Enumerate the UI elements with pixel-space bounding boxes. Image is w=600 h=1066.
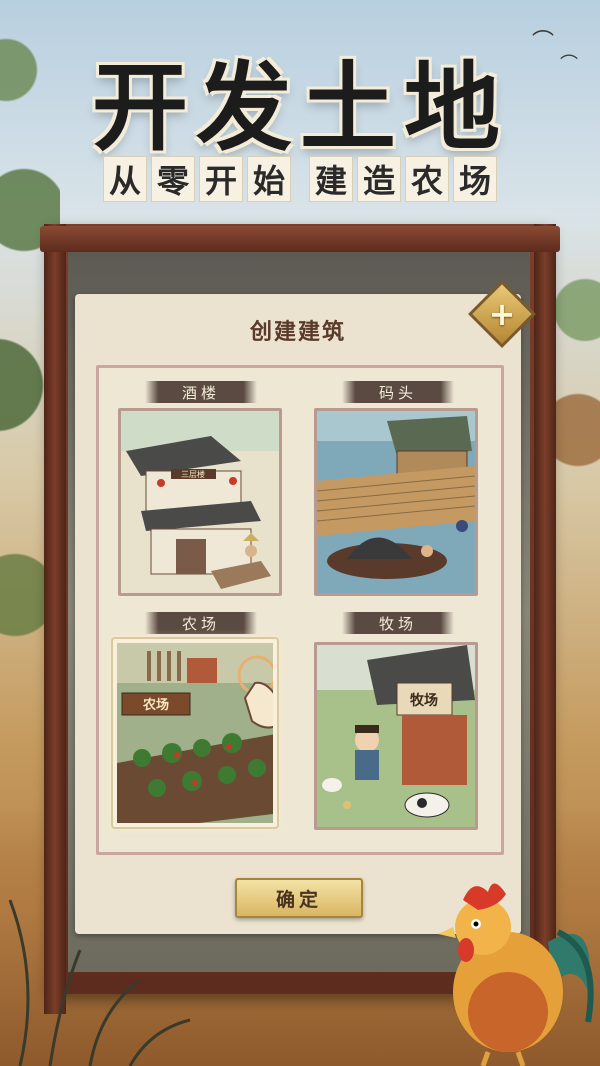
building-card-pier[interactable] bbox=[314, 408, 478, 596]
rooster-icon bbox=[438, 883, 594, 1066]
subtitle-char: 造 bbox=[357, 156, 401, 202]
farm-sign: 农场 bbox=[142, 697, 169, 713]
dialog-title: 创建建筑 bbox=[249, 319, 346, 345]
frame-top-bar bbox=[40, 226, 560, 252]
subtitle-char: 场 bbox=[453, 156, 497, 202]
subtitle-char: 建 bbox=[309, 156, 353, 202]
building-label: 码头 bbox=[342, 381, 454, 403]
building-card-ranch[interactable]: 牧场 bbox=[314, 642, 478, 830]
tavern-sign: 三层楼 bbox=[181, 469, 205, 479]
subtitle-char: 开 bbox=[199, 156, 243, 202]
subtitle-char: 始 bbox=[247, 156, 291, 202]
close-icon: + bbox=[488, 295, 516, 333]
subtitle-char: 零 bbox=[151, 156, 195, 202]
subtitle-char: 从 bbox=[103, 156, 147, 202]
building-card-farm[interactable]: 农场 bbox=[113, 639, 277, 827]
foliage-right bbox=[550, 250, 600, 550]
building-label: 酒楼 bbox=[145, 381, 257, 403]
grass-decoration bbox=[8, 899, 191, 1066]
subtitle: 从 零 开 始 建 造 农 场 bbox=[0, 156, 600, 202]
building-label: 农场 bbox=[145, 612, 257, 634]
building-card-tavern[interactable]: 三层楼 bbox=[118, 408, 282, 596]
ranch-sign: 牧场 bbox=[410, 692, 438, 709]
subtitle-char: 农 bbox=[405, 156, 449, 202]
page-title: 开发土地 bbox=[92, 51, 508, 164]
building-label: 牧场 bbox=[342, 612, 454, 634]
confirm-button[interactable]: 确定 bbox=[235, 878, 363, 918]
